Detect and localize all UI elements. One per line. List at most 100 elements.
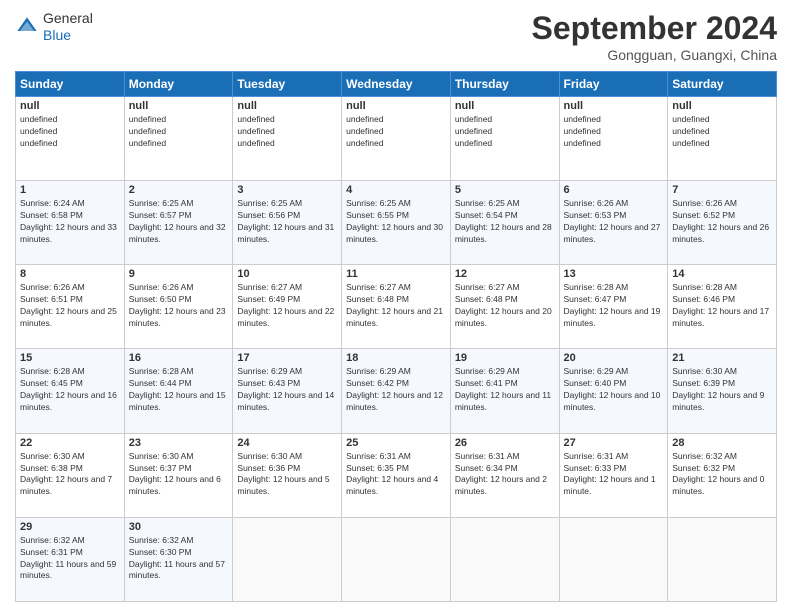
col-saturday: Saturday [668, 72, 777, 97]
day-number: 24 [237, 437, 337, 449]
table-row: null undefinedundefinedundefined [342, 97, 451, 181]
col-sunday: Sunday [16, 72, 125, 97]
day-info: Sunrise: 6:29 AMSunset: 6:40 PMDaylight:… [564, 366, 661, 412]
day-info: Sunrise: 6:25 AMSunset: 6:57 PMDaylight:… [129, 198, 226, 244]
day-number: 15 [20, 352, 120, 364]
day-number: 20 [564, 352, 664, 364]
day-number: 27 [564, 437, 664, 449]
table-row: 3 Sunrise: 6:25 AMSunset: 6:56 PMDayligh… [233, 181, 342, 265]
day-info: Sunrise: 6:29 AMSunset: 6:41 PMDaylight:… [455, 366, 551, 412]
day-info: Sunrise: 6:30 AMSunset: 6:36 PMDaylight:… [237, 451, 329, 497]
day-info: Sunrise: 6:32 AMSunset: 6:32 PMDaylight:… [672, 451, 764, 497]
table-row: null undefinedundefinedundefined [16, 97, 125, 181]
table-row: 9 Sunrise: 6:26 AMSunset: 6:50 PMDayligh… [124, 265, 233, 349]
calendar-table: Sunday Monday Tuesday Wednesday Thursday… [15, 71, 777, 602]
table-row: null undefinedundefinedundefined [450, 97, 559, 181]
day-number: 17 [237, 352, 337, 364]
col-friday: Friday [559, 72, 668, 97]
header: General Blue September 2024 Gongguan, Gu… [15, 10, 777, 63]
table-row: 21 Sunrise: 6:30 AMSunset: 6:39 PMDaylig… [668, 349, 777, 433]
day-number: null [20, 100, 120, 112]
table-row: 8 Sunrise: 6:26 AMSunset: 6:51 PMDayligh… [16, 265, 125, 349]
day-info: Sunrise: 6:26 AMSunset: 6:53 PMDaylight:… [564, 198, 661, 244]
day-info: Sunrise: 6:27 AMSunset: 6:48 PMDaylight:… [455, 282, 552, 328]
table-row [342, 517, 451, 601]
day-info: undefinedundefinedundefined [455, 114, 492, 148]
day-number: 6 [564, 184, 664, 196]
calendar-week-1: null undefinedundefinedundefined null un… [16, 97, 777, 181]
table-row [233, 517, 342, 601]
day-number: null [564, 100, 664, 112]
col-tuesday: Tuesday [233, 72, 342, 97]
day-number: 10 [237, 268, 337, 280]
table-row: 22 Sunrise: 6:30 AMSunset: 6:38 PMDaylig… [16, 433, 125, 517]
day-info: Sunrise: 6:25 AMSunset: 6:56 PMDaylight:… [237, 198, 334, 244]
day-number: 22 [20, 437, 120, 449]
day-info: Sunrise: 6:29 AMSunset: 6:42 PMDaylight:… [346, 366, 443, 412]
calendar-week-6: 29 Sunrise: 6:32 AMSunset: 6:31 PMDaylig… [16, 517, 777, 601]
day-info: undefinedundefinedundefined [346, 114, 383, 148]
table-row: 4 Sunrise: 6:25 AMSunset: 6:55 PMDayligh… [342, 181, 451, 265]
page: General Blue September 2024 Gongguan, Gu… [0, 0, 792, 612]
table-row: 15 Sunrise: 6:28 AMSunset: 6:45 PMDaylig… [16, 349, 125, 433]
table-row [668, 517, 777, 601]
day-info: Sunrise: 6:27 AMSunset: 6:49 PMDaylight:… [237, 282, 334, 328]
table-row: 23 Sunrise: 6:30 AMSunset: 6:37 PMDaylig… [124, 433, 233, 517]
day-number: null [129, 100, 229, 112]
day-number: 16 [129, 352, 229, 364]
title-section: September 2024 Gongguan, Guangxi, China [532, 10, 777, 63]
table-row: 1 Sunrise: 6:24 AMSunset: 6:58 PMDayligh… [16, 181, 125, 265]
table-row: 6 Sunrise: 6:26 AMSunset: 6:53 PMDayligh… [559, 181, 668, 265]
day-info: Sunrise: 6:31 AMSunset: 6:35 PMDaylight:… [346, 451, 438, 497]
table-row: 29 Sunrise: 6:32 AMSunset: 6:31 PMDaylig… [16, 517, 125, 601]
table-row: 10 Sunrise: 6:27 AMSunset: 6:49 PMDaylig… [233, 265, 342, 349]
day-info: Sunrise: 6:24 AMSunset: 6:58 PMDaylight:… [20, 198, 117, 244]
calendar-header-row: Sunday Monday Tuesday Wednesday Thursday… [16, 72, 777, 97]
day-number: 8 [20, 268, 120, 280]
day-info: undefinedundefinedundefined [129, 114, 166, 148]
calendar-week-2: 1 Sunrise: 6:24 AMSunset: 6:58 PMDayligh… [16, 181, 777, 265]
table-row [559, 517, 668, 601]
day-number: null [455, 100, 555, 112]
col-monday: Monday [124, 72, 233, 97]
day-info: Sunrise: 6:31 AMSunset: 6:34 PMDaylight:… [455, 451, 547, 497]
table-row: null undefinedundefinedundefined [124, 97, 233, 181]
day-info: Sunrise: 6:28 AMSunset: 6:46 PMDaylight:… [672, 282, 769, 328]
logo-text: General Blue [43, 10, 93, 44]
day-number: 29 [20, 521, 120, 533]
day-info: Sunrise: 6:30 AMSunset: 6:37 PMDaylight:… [129, 451, 221, 497]
table-row: 11 Sunrise: 6:27 AMSunset: 6:48 PMDaylig… [342, 265, 451, 349]
location: Gongguan, Guangxi, China [532, 47, 777, 63]
table-row: 12 Sunrise: 6:27 AMSunset: 6:48 PMDaylig… [450, 265, 559, 349]
table-row: 30 Sunrise: 6:32 AMSunset: 6:30 PMDaylig… [124, 517, 233, 601]
day-info: Sunrise: 6:27 AMSunset: 6:48 PMDaylight:… [346, 282, 443, 328]
day-info: Sunrise: 6:32 AMSunset: 6:30 PMDaylight:… [129, 535, 225, 581]
day-info: undefinedundefinedundefined [20, 114, 57, 148]
day-number: 18 [346, 352, 446, 364]
day-info: Sunrise: 6:26 AMSunset: 6:52 PMDaylight:… [672, 198, 769, 244]
day-number: null [237, 100, 337, 112]
table-row: 18 Sunrise: 6:29 AMSunset: 6:42 PMDaylig… [342, 349, 451, 433]
logo: General Blue [15, 10, 93, 44]
table-row: 5 Sunrise: 6:25 AMSunset: 6:54 PMDayligh… [450, 181, 559, 265]
day-info: undefinedundefinedundefined [237, 114, 274, 148]
table-row: 7 Sunrise: 6:26 AMSunset: 6:52 PMDayligh… [668, 181, 777, 265]
table-row: 14 Sunrise: 6:28 AMSunset: 6:46 PMDaylig… [668, 265, 777, 349]
day-number: 7 [672, 184, 772, 196]
day-number: 5 [455, 184, 555, 196]
day-info: Sunrise: 6:30 AMSunset: 6:39 PMDaylight:… [672, 366, 764, 412]
logo-blue: Blue [43, 27, 93, 44]
table-row: 25 Sunrise: 6:31 AMSunset: 6:35 PMDaylig… [342, 433, 451, 517]
col-wednesday: Wednesday [342, 72, 451, 97]
day-number: 30 [129, 521, 229, 533]
day-number: null [346, 100, 446, 112]
day-number: 11 [346, 268, 446, 280]
day-number: 1 [20, 184, 120, 196]
table-row: null undefinedundefinedundefined [559, 97, 668, 181]
day-number: 23 [129, 437, 229, 449]
table-row: 28 Sunrise: 6:32 AMSunset: 6:32 PMDaylig… [668, 433, 777, 517]
table-row: 17 Sunrise: 6:29 AMSunset: 6:43 PMDaylig… [233, 349, 342, 433]
day-number: 19 [455, 352, 555, 364]
day-info: Sunrise: 6:26 AMSunset: 6:51 PMDaylight:… [20, 282, 117, 328]
day-number: 2 [129, 184, 229, 196]
